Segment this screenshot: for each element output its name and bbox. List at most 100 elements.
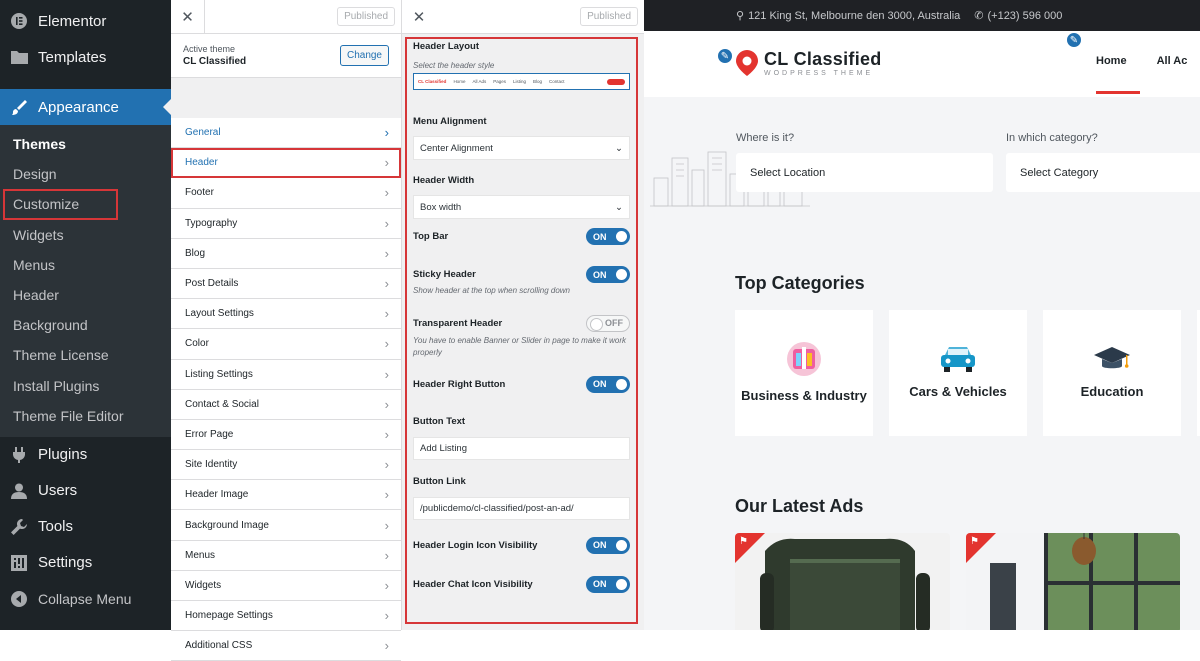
section-site-identity[interactable]: Site Identity › [171,450,401,481]
chevron-right-icon: › [384,396,389,412]
submenu-theme-license[interactable]: Theme License [0,340,171,370]
category-card[interactable]: Business & Industry [735,310,873,436]
submenu-background[interactable]: Background [0,310,171,340]
submenu-themes[interactable]: Themes [0,129,171,159]
category-select[interactable]: Select Category [1006,153,1200,192]
site-header: ✎ CL Classified WODPRESS THEME ✎ Home Al… [644,31,1200,97]
menu-users[interactable]: Users [0,473,171,509]
category-card[interactable]: Education [1043,310,1181,436]
layout-preview-item: Contact [549,79,565,85]
chat-icon-toggle[interactable]: ON [586,575,630,593]
top-bar-toggle[interactable]: ON [586,228,630,246]
section-footer[interactable]: Footer › [171,178,401,209]
submenu-install-plugins[interactable]: Install Plugins [0,371,171,401]
button-link-input[interactable]: /publicdemo/cl-classified/post-an-ad/ [413,496,630,520]
published-button[interactable]: Published [337,7,395,26]
section-error-page[interactable]: Error Page › [171,419,401,451]
chevron-down-icon: ⌄ [615,201,623,213]
sticky-header-toggle[interactable]: ON [586,266,630,284]
edit-pencil-icon[interactable]: ✎ [716,47,734,65]
layout-preview-button [607,78,625,85]
header-right-button-toggle[interactable]: ON [586,375,630,393]
business-industry-icon [787,341,821,376]
latest-ads-title: Our Latest Ads [735,496,864,516]
section-post-details[interactable]: Post Details › [171,268,401,300]
menu-templates-label: Templates [38,48,107,66]
change-theme-button[interactable]: Change [339,45,389,66]
bookmark-icon: ⚑ [739,536,748,547]
section-general[interactable]: General › [171,118,401,149]
top-categories-title: Top Categories [735,273,865,293]
section-label: Layout Settings [185,308,254,320]
layout-preview-item: All Ads [472,79,487,85]
header-width-value: Box width [420,201,462,213]
submenu-header[interactable]: Header [0,280,171,310]
sticky-header-desc: Show header at the top when scrolling do… [413,286,570,296]
section-label: Menus [185,549,216,561]
section-label: Error Page [185,428,234,440]
header-width-select[interactable]: Box width ⌄ [413,195,630,220]
login-icon-toggle[interactable]: ON [586,536,630,554]
section-blog[interactable]: Blog › [171,238,401,269]
section-layout-settings[interactable]: Layout Settings › [171,299,401,330]
nav-all-ads[interactable]: All Ac [1157,55,1188,67]
section-additional-css[interactable]: Additional CSS › [171,631,401,661]
section-header-image[interactable]: Header Image › [171,480,401,511]
login-icon-label: Header Login Icon Visibility [413,539,538,551]
header-layout-option[interactable]: CL Classified Home All Ads Pages Listing… [413,73,630,91]
section-listing-settings[interactable]: Listing Settings › [171,359,401,390]
section-label: Site Identity [185,459,238,471]
menu-settings[interactable]: Settings [0,545,171,581]
ad-card[interactable]: ⚑ [966,533,1180,630]
section-homepage-settings[interactable]: Homepage Settings › [171,601,401,632]
transparent-header-toggle[interactable]: OFF [586,314,630,332]
section-typography[interactable]: Typography › [171,208,401,239]
section-header[interactable]: Header › [171,148,401,179]
section-background-image[interactable]: Background Image › [171,510,401,541]
button-text-input[interactable]: Add Listing [413,436,630,460]
section-menus[interactable]: Menus › [171,540,401,571]
backpack-image [735,533,950,630]
phone-icon: ✆ [974,10,984,22]
chevron-right-icon: › [384,487,389,503]
edit-pencil-icon[interactable]: ✎ [1065,31,1083,49]
menu-tools[interactable]: Tools [0,509,171,545]
category-label: In which category? [1006,132,1098,144]
category-card[interactable]: Cars & Vehicles [889,310,1027,436]
site-logo[interactable]: CL Classified WODPRESS THEME [736,49,882,77]
layout-preview-logo: CL Classified [418,79,447,85]
section-contact-social[interactable]: Contact & Social › [171,389,401,420]
submenu-customize[interactable]: Customize [3,189,118,220]
ad-card[interactable]: ⚑ [735,533,950,630]
section-label: Additional CSS [185,640,253,652]
submenu-theme-file-editor[interactable]: Theme File Editor [0,401,171,431]
published-button[interactable]: Published [580,7,638,26]
logo-title: CL Classified [764,49,882,69]
logo-subtitle: WODPRESS THEME [764,70,874,77]
location-select[interactable]: Select Location [736,153,993,192]
submenu-design[interactable]: Design [0,159,171,189]
section-widgets[interactable]: Widgets › [171,570,401,601]
graduation-cap-icon [1094,346,1130,368]
customizer-sections: General › Header › Footer › Typography › Blo… [171,118,401,661]
section-color[interactable]: Color › [171,329,401,360]
transparent-header-row: Transparent Header OFF [413,314,630,332]
wrench-icon [10,518,28,536]
nav-home[interactable]: Home [1096,55,1127,67]
category-name: Education [1080,383,1144,399]
section-label: Typography [185,217,238,229]
where-label: Where is it? [736,132,795,144]
menu-appearance[interactable]: Appearance [0,89,171,125]
menu-collapse[interactable]: Collapse Menu [0,581,171,617]
menu-plugins[interactable]: Plugins [0,437,171,473]
menu-templates[interactable]: Templates [0,39,171,75]
menu-plugins-label: Plugins [38,446,88,464]
submenu-widgets[interactable]: Widgets [0,220,171,250]
menu-elementor[interactable]: Elementor [0,3,171,39]
close-icon[interactable]: ✕ [402,0,436,34]
menu-users-label: Users [38,482,78,500]
menu-alignment-select[interactable]: Center Alignment ⌄ [413,136,630,161]
submenu-menus[interactable]: Menus [0,250,171,280]
close-icon[interactable]: ✕ [171,0,205,34]
section-label: Header [185,157,218,169]
